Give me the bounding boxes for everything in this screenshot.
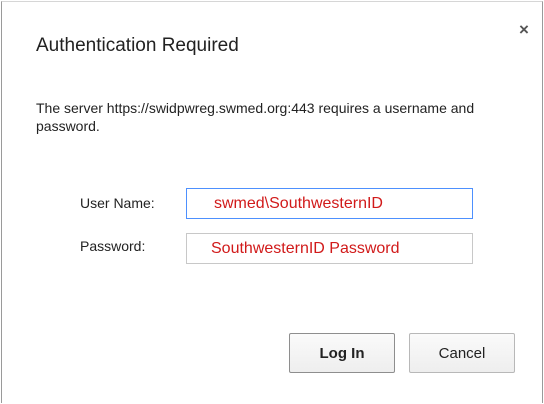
password-input[interactable] [186,233,473,264]
close-icon[interactable]: × [514,19,534,39]
dialog-title: Authentication Required [36,35,239,56]
auth-dialog: Authentication Required × The server htt… [1,1,543,403]
dialog-message: The server https://swidpwreg.swmed.org:4… [36,100,475,134]
login-button[interactable]: Log In [289,333,395,373]
username-input[interactable] [186,188,473,219]
password-label: Password: [80,238,146,254]
cancel-button[interactable]: Cancel [409,333,515,373]
username-label: User Name: [80,195,155,211]
